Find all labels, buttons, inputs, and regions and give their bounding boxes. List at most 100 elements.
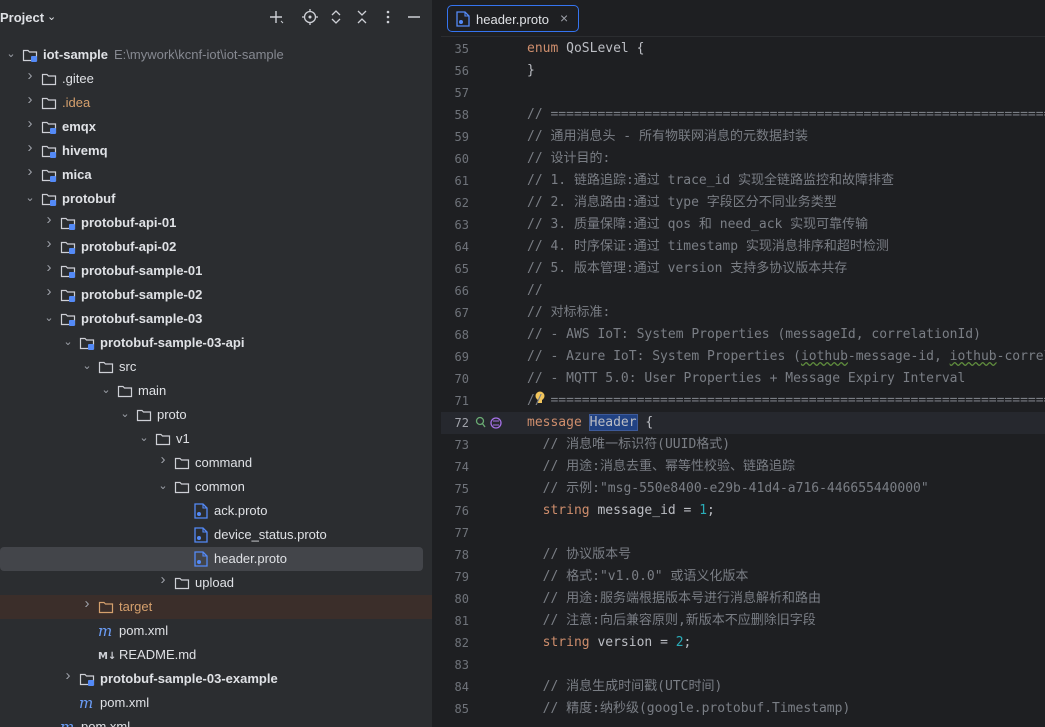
tree-item[interactable]: › protobuf-api-01 [0,211,432,235]
code-text: // =====================================… [527,107,1045,122]
code-line[interactable]: 80 // 用途:服务端根据版本号进行消息解析和路由 [441,588,1045,610]
tree-item[interactable]: ⌄ main [0,379,432,403]
tree-item[interactable]: › command [0,451,432,475]
code-line[interactable]: 77 [441,522,1045,544]
code-line[interactable]: 70 // - MQTT 5.0: User Properties + Messa… [441,368,1045,390]
chevron-down-icon[interactable]: ⌄ [62,336,74,348]
tree-item[interactable]: ⌄ protobuf [0,187,432,211]
tree-item-label: .gitee [62,71,94,86]
chevron-right-icon[interactable]: › [81,596,93,611]
chevron-down-icon[interactable]: ⌄ [157,480,169,492]
tree-item[interactable]: › .gitee [0,67,432,91]
chevron-down-icon[interactable]: ⌄ [119,408,131,420]
code-line[interactable]: 83 [441,654,1045,676]
code-line[interactable]: 64 // 4. 时序保证:通过 timestamp 实现消息排序和超时检测 [441,236,1045,258]
tree-item[interactable]: › protobuf-sample-01 [0,259,432,283]
code-line[interactable]: 60 // 设计目的: [441,148,1045,170]
tree-item[interactable]: › protobuf-sample-02 [0,283,432,307]
tree-item[interactable]: m pom.xml [0,691,432,715]
code-line[interactable]: 67 // 对标标准: [441,302,1045,324]
tree-item[interactable]: ⌄ v1 [0,427,432,451]
code-line[interactable]: 65 // 5. 版本管理:通过 version 支持多协议版本共存 [441,258,1045,280]
tree-item[interactable]: › emqx [0,115,432,139]
code-line[interactable]: 58 // ===================================… [441,104,1045,126]
tree-item[interactable]: ⌄ src [0,355,432,379]
code-line[interactable]: 56} [441,60,1045,82]
code-line[interactable]: 59 // 通用消息头 - 所有物联网消息的元数据封装 [441,126,1045,148]
chevron-down-icon[interactable]: ⌄ [5,48,17,60]
tree-item[interactable]: M↓ README.md [0,643,432,667]
code-line[interactable]: 74 // 用途:消息去重、幂等性校验、链路追踪 [441,456,1045,478]
project-header: Project ⌄ [0,0,432,36]
code-line[interactable]: 84 // 消息生成时间戳(UTC时间) [441,676,1045,698]
code-line[interactable]: 66 // [441,280,1045,302]
code-line[interactable]: 63 // 3. 质量保障:通过 qos 和 need_ack 实现可靠传输 [441,214,1045,236]
code-line[interactable]: 62 // 2. 消息路由:通过 type 字段区分不同业务类型 [441,192,1045,214]
code-line[interactable]: 82 string version = 2; [441,632,1045,654]
tree-item[interactable]: header.proto [0,547,423,571]
hide-panel-icon[interactable] [405,8,423,26]
new-file-icon[interactable] [267,8,285,26]
chevron-right-icon[interactable]: › [24,68,36,83]
tree-item[interactable]: › mica [0,163,432,187]
project-view-title[interactable]: Project [0,10,44,25]
tree-item[interactable]: device_status.proto [0,523,432,547]
tree-item[interactable]: › target [0,595,432,619]
chevron-down-icon[interactable]: ⌄ [138,432,150,444]
code-line[interactable]: 68 // - AWS IoT: System Properties (messa… [441,324,1045,346]
more-options-icon[interactable] [379,8,397,26]
chevron-down-icon[interactable]: ⌄ [43,312,55,324]
chevron-right-icon[interactable]: › [43,260,55,275]
code-line[interactable]: 81 // 注意:向后兼容原则,新版本不应删除旧字段 [441,610,1045,632]
tree-item[interactable]: ack.proto [0,499,432,523]
code-line[interactable]: 78 // 协议版本号 [441,544,1045,566]
tree-item[interactable]: › upload [0,571,432,595]
chevron-right-icon[interactable]: › [157,572,169,587]
tree-item[interactable]: m pom.xml [0,619,432,643]
chevron-right-icon[interactable]: › [24,164,36,179]
proto-file-icon [456,11,470,27]
code-line[interactable]: 57 [441,82,1045,104]
chevron-right-icon[interactable]: › [43,284,55,299]
tree-item[interactable]: › protobuf-sample-03-example [0,667,432,691]
tree-item-label: protobuf-api-02 [81,239,177,254]
code-line[interactable]: 73 // 消息唯一标识符(UUID格式) [441,434,1045,456]
collapse-all-icon[interactable] [353,8,371,26]
code-line[interactable]: 69 // - Azure IoT: System Properties (iot… [441,346,1045,368]
expand-all-icon[interactable] [327,8,345,26]
chevron-down-icon[interactable]: ⌄ [47,10,56,23]
tree-item[interactable]: › .idea [0,91,432,115]
tree-item[interactable]: ⌄ protobuf-sample-03-api [0,331,432,355]
chevron-down-icon[interactable]: ⌄ [100,384,112,396]
gutter-markers-icon[interactable] [475,415,505,431]
chevron-right-icon[interactable]: › [24,140,36,155]
code-text: // 对标标准: [527,305,611,320]
chevron-right-icon[interactable]: › [24,116,36,131]
code-line[interactable]: 35 enum QoSLevel { [441,38,1045,60]
code-line[interactable]: 72 message Header { [441,412,1045,434]
tree-item[interactable]: › protobuf-api-02 [0,235,432,259]
code-line[interactable]: 85 // 精度:纳秒级(google.protobuf.Timestamp) [441,698,1045,720]
chevron-right-icon[interactable]: › [43,212,55,227]
code-line[interactable]: 71 // ===================================… [441,390,1045,412]
chevron-right-icon[interactable]: › [43,236,55,251]
code-line[interactable]: 75 // 示例:"msg-550e8400-e29b-41d4-a716-44… [441,478,1045,500]
chevron-down-icon[interactable]: ⌄ [81,360,93,372]
code-line[interactable]: 76 string message_id = 1; [441,500,1045,522]
chevron-right-icon[interactable]: › [157,452,169,467]
tree-item[interactable]: ⌄ common [0,475,432,499]
panel-splitter[interactable] [432,0,441,727]
tree-item[interactable]: ⌄ iot-sample E:\mywork\kcnf-iot\iot-sample [0,43,432,67]
code-line[interactable]: 79 // 格式:"v1.0.0" 或语义化版本 [441,566,1045,588]
chevron-right-icon[interactable]: › [24,92,36,107]
chevron-right-icon[interactable]: › [62,668,74,683]
tab-header-proto[interactable]: header.proto × [447,5,579,32]
chevron-down-icon[interactable]: ⌄ [24,192,36,204]
close-icon[interactable]: × [560,10,568,26]
tree-item[interactable]: ⌄ protobuf-sample-03 [0,307,432,331]
code-line[interactable]: 61 // 1. 链路追踪:通过 trace_id 实现全链路监控和故障排查 [441,170,1045,192]
tree-item[interactable]: m pom.xml [0,715,432,727]
tree-item[interactable]: ⌄ proto [0,403,432,427]
locate-icon[interactable] [301,8,319,26]
tree-item[interactable]: › hivemq [0,139,432,163]
